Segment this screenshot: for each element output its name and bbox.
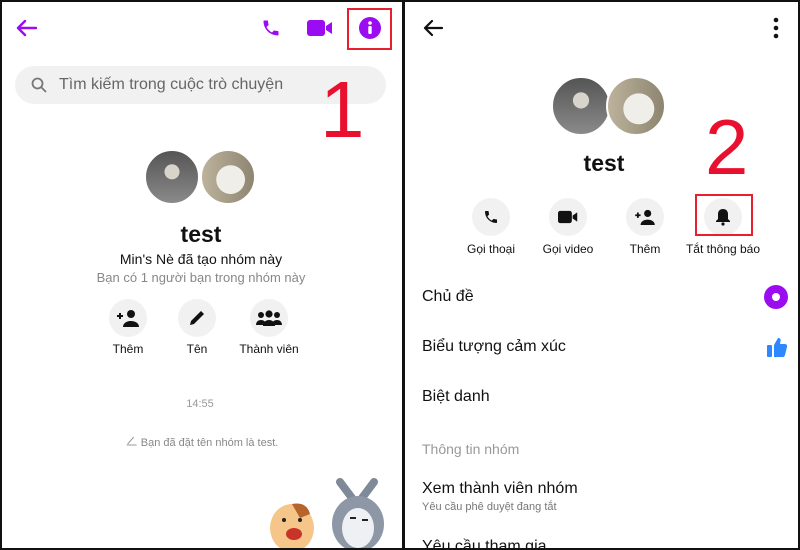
action-label: Thành viên	[239, 342, 299, 356]
theme-item[interactable]: Chủ đề	[422, 288, 792, 306]
item-label: Biệt danh	[422, 388, 490, 405]
add-person-icon	[635, 209, 655, 225]
annotation-box	[347, 8, 392, 50]
theme-color-icon[interactable]	[764, 285, 788, 309]
nickname-item[interactable]: Biệt danh	[422, 388, 490, 406]
action-label: Gọi video	[542, 242, 594, 256]
back-arrow-icon[interactable]	[12, 14, 40, 42]
join-requests-item[interactable]: Yêu cầu tham gia	[422, 538, 547, 550]
info-panel: test 2 Gọi thoại Gọi video Thêm Tắt thôn…	[405, 0, 800, 550]
group-icon	[256, 310, 282, 326]
annotation-number: 1	[320, 65, 365, 154]
action-label: Thêm	[629, 242, 661, 256]
timestamp: 14:55	[186, 398, 214, 410]
section-header: Thông tin nhóm	[422, 441, 520, 457]
video-call-button[interactable]	[549, 198, 587, 236]
action-label: Tắt thông báo	[685, 242, 761, 256]
group-name: test	[180, 221, 222, 247]
friends-text: Bạn có 1 người bạn trong nhóm này	[96, 270, 306, 285]
emoji-item[interactable]: Biểu tượng cảm xúc	[422, 338, 566, 356]
view-members-item[interactable]: Xem thành viên nhóm Yêu cầu phê duyệt đa…	[422, 480, 578, 513]
search-icon	[31, 77, 47, 93]
system-message-text: Bạn đã đặt tên nhóm là test.	[140, 437, 279, 449]
voice-call-button[interactable]	[472, 198, 510, 236]
video-icon	[558, 210, 578, 224]
created-text: Min's Nè đã tạo nhóm này	[119, 251, 283, 267]
action-label: Thêm	[112, 342, 144, 356]
add-member-button[interactable]	[626, 198, 664, 236]
annotation-box	[695, 194, 753, 236]
item-label: Chủ đề	[422, 288, 474, 305]
search-placeholder: Tìm kiếm trong cuộc trò chuyện	[59, 76, 284, 93]
thumbs-up-icon[interactable]	[764, 334, 790, 360]
avatar	[551, 76, 611, 136]
pencil-outline-icon	[126, 436, 137, 446]
members-button[interactable]	[250, 299, 288, 337]
video-icon[interactable]	[305, 14, 335, 42]
group-name: test	[583, 150, 625, 176]
add-member-button[interactable]	[109, 299, 147, 337]
annotation-number: 2	[705, 103, 749, 191]
item-subtitle: Yêu cầu phê duyệt đang tắt	[422, 501, 557, 513]
divider	[402, 0, 405, 550]
system-message: Bạn đã đặt tên nhóm là test.	[126, 436, 279, 449]
more-vertical-icon[interactable]	[765, 14, 787, 42]
phone-icon[interactable]	[257, 14, 285, 42]
avatar	[200, 149, 256, 205]
chat-panel: Tìm kiếm trong cuộc trò chuyện 1 test Mi…	[0, 0, 402, 550]
avatar	[144, 149, 200, 205]
add-person-icon	[117, 310, 139, 327]
phone-icon	[485, 211, 497, 223]
pencil-icon	[190, 311, 204, 325]
sticker-image[interactable]	[262, 478, 402, 550]
action-label: Gọi thoại	[466, 242, 516, 256]
avatar	[606, 76, 666, 136]
action-label: Tên	[186, 342, 208, 356]
rename-button[interactable]	[178, 299, 216, 337]
back-arrow-icon[interactable]	[419, 14, 447, 42]
item-label: Biểu tượng cảm xúc	[422, 338, 566, 355]
item-label: Xem thành viên nhóm	[422, 480, 578, 497]
